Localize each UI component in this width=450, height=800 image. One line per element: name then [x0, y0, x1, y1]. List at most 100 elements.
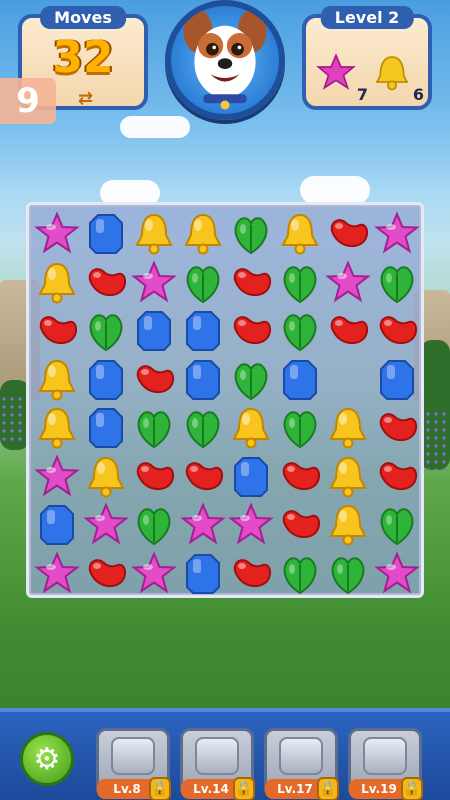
bean-candy[interactable] [324, 209, 372, 257]
booster-drill[interactable]: Lv.14 🔒 [180, 728, 255, 800]
leaf-candy[interactable] [276, 549, 324, 597]
star-candy-icon [179, 502, 226, 545]
star-candy[interactable] [33, 452, 81, 500]
dog-avatar [165, 0, 285, 120]
bean-candy[interactable] [373, 452, 421, 500]
bean-candy[interactable] [82, 549, 130, 597]
bean-candy[interactable] [373, 403, 421, 451]
gem-candy[interactable] [33, 500, 81, 548]
gem-candy[interactable] [276, 355, 324, 403]
bell-candy[interactable] [324, 500, 372, 548]
gem-candy[interactable] [179, 306, 227, 354]
leaf-candy[interactable] [130, 403, 178, 451]
leaf-candy[interactable] [179, 258, 227, 306]
star-candy[interactable] [227, 500, 275, 548]
lock-icon: 🔒 [401, 777, 423, 800]
gem-candy[interactable] [82, 403, 130, 451]
booster-weight[interactable]: Lv.17 🔒 [264, 728, 339, 800]
bell-candy[interactable] [324, 452, 372, 500]
bean-candy-icon [233, 316, 271, 345]
bean-candy[interactable] [276, 500, 324, 548]
bell-candy[interactable] [227, 403, 275, 451]
star-candy[interactable] [82, 500, 130, 548]
settings-button[interactable]: ⚙ [20, 732, 74, 786]
flowers-left [0, 395, 24, 445]
game-board[interactable] [26, 202, 424, 598]
leaf-candy[interactable] [373, 258, 421, 306]
gem-candy-icon [88, 359, 123, 400]
gem-candy[interactable] [227, 452, 275, 500]
star-candy-icon [82, 502, 129, 545]
bean-candy[interactable] [324, 306, 372, 354]
booster-hammer[interactable]: Lv.8 🔒 [96, 728, 171, 800]
gem-candy[interactable] [82, 209, 130, 257]
gem-candy[interactable] [179, 549, 227, 597]
bean-candy-icon [136, 461, 174, 490]
bell-candy[interactable] [130, 209, 178, 257]
star-candy[interactable] [324, 258, 372, 306]
leaf-candy-icon [234, 217, 268, 255]
leaf-candy[interactable] [227, 209, 275, 257]
leaf-candy[interactable] [130, 500, 178, 548]
bell-candy[interactable] [82, 452, 130, 500]
booster-level: Lv.17 [265, 779, 325, 799]
bean-candy[interactable] [33, 306, 81, 354]
pink-star-candy-icon [316, 53, 356, 90]
star-candy[interactable] [373, 549, 421, 597]
gem-candy[interactable] [179, 355, 227, 403]
bean-candy[interactable] [179, 452, 227, 500]
bean-candy[interactable] [373, 306, 421, 354]
leaf-candy-icon [283, 314, 316, 352]
bean-candy[interactable] [276, 452, 324, 500]
bell-candy[interactable] [324, 403, 372, 451]
bean-candy-icon [39, 316, 77, 345]
lock-icon: 🔒 [233, 777, 255, 800]
top-hud: Moves 32 ⇄ Level 2 7 6 9 [0, 0, 450, 130]
gem-candy[interactable] [373, 355, 421, 403]
gem-candy[interactable] [82, 355, 130, 403]
booster-fan[interactable]: Lv.19 🔒 [348, 728, 423, 800]
shuffle-icon: ⇄ [78, 88, 94, 109]
bell-candy[interactable] [33, 355, 81, 403]
bean-candy[interactable] [227, 549, 275, 597]
gem-candy-icon [282, 359, 317, 400]
star-candy[interactable] [130, 258, 178, 306]
leaf-candy[interactable] [227, 355, 275, 403]
gem-candy-icon [88, 214, 123, 254]
bean-candy[interactable] [130, 452, 178, 500]
gem-candy[interactable] [130, 306, 178, 354]
bell-candy[interactable] [33, 258, 81, 306]
star-candy[interactable] [33, 209, 81, 257]
leaf-candy[interactable] [179, 403, 227, 451]
goal-yellow-bell: 6 [372, 52, 424, 104]
leaf-candy[interactable] [276, 258, 324, 306]
star-candy-icon [34, 211, 80, 254]
bean-candy[interactable] [227, 258, 275, 306]
fps-badge: 9 [0, 78, 56, 124]
lock-icon: 🔒 [149, 777, 171, 800]
leaf-candy[interactable] [276, 306, 324, 354]
star-candy[interactable] [179, 500, 227, 548]
leaf-candy-icon [89, 314, 122, 352]
bean-candy[interactable] [82, 258, 130, 306]
star-candy-icon [228, 502, 274, 545]
leaf-candy[interactable] [324, 549, 372, 597]
leaf-candy-icon [186, 265, 219, 303]
bean-candy[interactable] [130, 355, 178, 403]
bell-candy-icon [280, 213, 319, 255]
bell-candy[interactable] [179, 209, 227, 257]
bean-candy-icon [136, 364, 174, 393]
fan-icon [363, 737, 407, 775]
leaf-candy-icon [380, 508, 413, 546]
bell-candy[interactable] [276, 209, 324, 257]
leaf-candy[interactable] [373, 500, 421, 548]
level-panel: Level 2 7 6 [302, 6, 432, 110]
bell-candy[interactable] [33, 403, 81, 451]
leaf-candy[interactable] [82, 306, 130, 354]
star-candy[interactable] [373, 209, 421, 257]
star-candy[interactable] [33, 549, 81, 597]
leaf-candy[interactable] [276, 403, 324, 451]
star-candy[interactable] [130, 549, 178, 597]
hammer-icon [111, 737, 155, 775]
bean-candy[interactable] [227, 306, 275, 354]
